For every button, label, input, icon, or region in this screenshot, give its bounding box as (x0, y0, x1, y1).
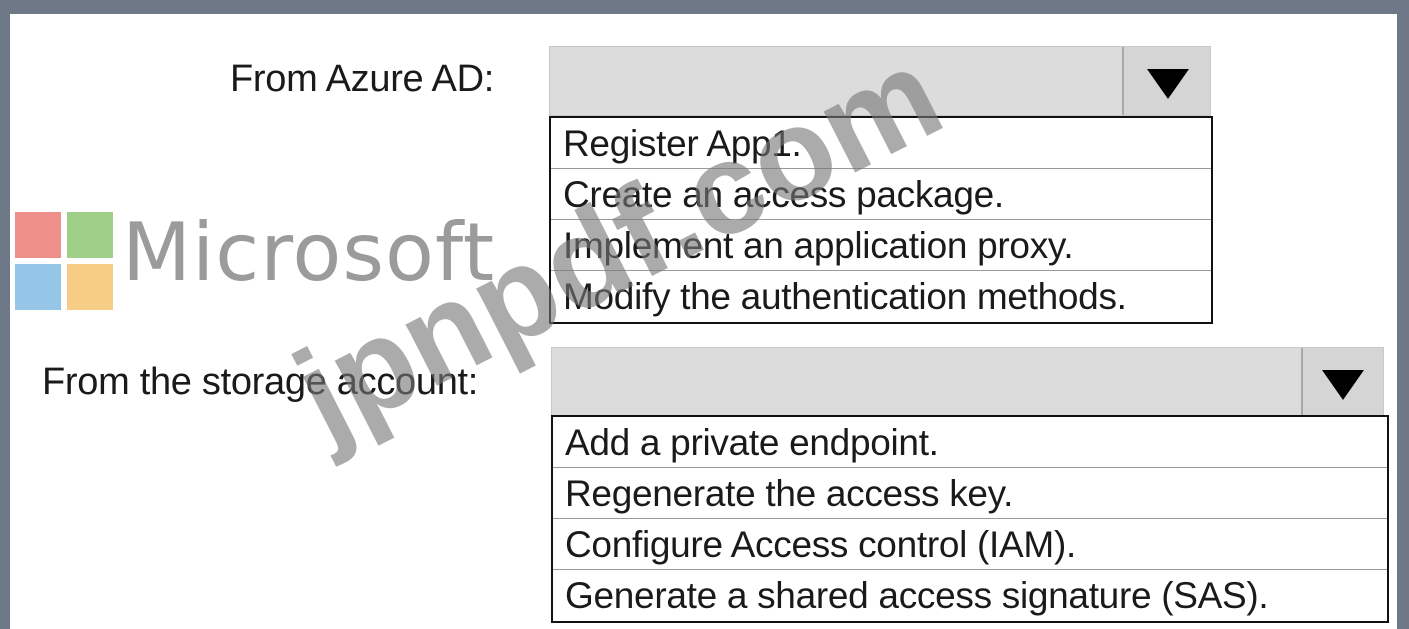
storage-account-option[interactable]: Generate a shared access signature (SAS)… (553, 570, 1387, 621)
logo-square-yellow (67, 264, 113, 310)
logo-square-green (67, 212, 113, 258)
storage-account-dropdown-toggle[interactable] (1301, 348, 1383, 416)
storage-account-option[interactable]: Regenerate the access key. (553, 468, 1387, 519)
logo-square-red (15, 212, 61, 258)
storage-account-label: From the storage account: (42, 361, 479, 403)
azure-ad-dropdown-toggle[interactable] (1122, 47, 1210, 115)
chevron-down-icon (1147, 69, 1189, 99)
azure-ad-options-list: Register App1. Create an access package.… (549, 116, 1213, 324)
azure-ad-dropdown[interactable] (549, 46, 1211, 116)
azure-ad-option[interactable]: Implement an application proxy. (551, 220, 1211, 271)
azure-ad-option[interactable]: Modify the authentication methods. (551, 271, 1211, 322)
storage-account-dropdown[interactable] (551, 347, 1384, 417)
logo-square-blue (15, 264, 61, 310)
storage-account-options-list: Add a private endpoint. Regenerate the a… (551, 415, 1389, 623)
storage-account-option[interactable]: Configure Access control (IAM). (553, 519, 1387, 570)
microsoft-logo-text: Microsoft (122, 206, 496, 299)
azure-ad-option[interactable]: Create an access package. (551, 169, 1211, 220)
azure-ad-label: From Azure AD: (230, 58, 494, 100)
chevron-down-icon (1322, 370, 1364, 400)
storage-account-option[interactable]: Add a private endpoint. (553, 417, 1387, 468)
azure-ad-option[interactable]: Register App1. (551, 118, 1211, 169)
